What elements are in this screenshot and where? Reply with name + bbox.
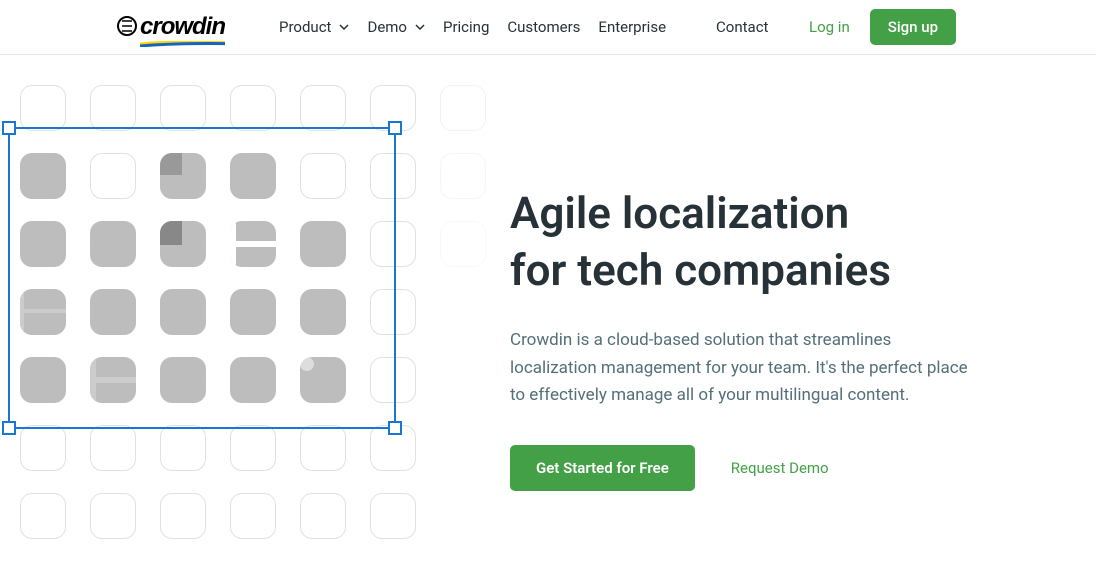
tile-empty bbox=[20, 493, 66, 539]
hero-description: Crowdin is a cloud-based solution that s… bbox=[510, 327, 980, 409]
tile-empty bbox=[90, 85, 136, 131]
nav-pricing[interactable]: Pricing bbox=[443, 18, 489, 36]
tile-empty bbox=[440, 85, 486, 131]
tile-empty bbox=[230, 425, 276, 471]
tile-empty bbox=[230, 85, 276, 131]
hero-section: Agile localization for tech companies Cr… bbox=[0, 55, 1096, 561]
chevron-down-icon bbox=[415, 24, 425, 30]
hero-title: Agile localization for tech companies bbox=[510, 185, 1016, 299]
main-nav: Product Demo Pricing Customers Enterpris… bbox=[279, 18, 768, 36]
tile-empty bbox=[370, 493, 416, 539]
tile-empty bbox=[230, 493, 276, 539]
logo[interactable]: crowdin bbox=[140, 13, 225, 41]
tile-empty bbox=[160, 425, 206, 471]
selection-box[interactable] bbox=[8, 127, 396, 429]
logo-emblem-icon bbox=[116, 15, 138, 37]
tile-empty bbox=[160, 85, 206, 131]
resize-handle-icon[interactable] bbox=[388, 421, 402, 435]
tile-empty bbox=[90, 425, 136, 471]
nav-enterprise[interactable]: Enterprise bbox=[598, 18, 666, 36]
nav-product[interactable]: Product bbox=[279, 18, 349, 36]
request-demo-link[interactable]: Request Demo bbox=[731, 459, 829, 477]
nav-product-label: Product bbox=[279, 18, 331, 36]
chevron-down-icon bbox=[339, 24, 349, 30]
resize-handle-icon[interactable] bbox=[388, 121, 402, 135]
nav-contact[interactable]: Contact bbox=[716, 18, 768, 36]
tile-empty bbox=[160, 493, 206, 539]
logo-text: crowdin bbox=[140, 13, 225, 41]
logo-swoosh-icon bbox=[140, 41, 225, 47]
resize-handle-icon[interactable] bbox=[2, 121, 16, 135]
hero-illustration bbox=[0, 85, 480, 561]
tile-empty bbox=[440, 221, 486, 267]
resize-handle-icon[interactable] bbox=[2, 421, 16, 435]
tile-empty bbox=[300, 85, 346, 131]
tile-empty bbox=[20, 425, 66, 471]
tile-empty bbox=[20, 85, 66, 131]
nav-demo-label: Demo bbox=[367, 18, 407, 36]
hero-content: Agile localization for tech companies Cr… bbox=[480, 85, 1096, 561]
tile-empty bbox=[90, 493, 136, 539]
signup-button[interactable]: Sign up bbox=[870, 9, 956, 45]
cta-row: Get Started for Free Request Demo bbox=[510, 445, 1016, 491]
tile-empty bbox=[300, 493, 346, 539]
main-header: crowdin Product Demo Pricing Customers E… bbox=[0, 0, 1096, 55]
login-link[interactable]: Log in bbox=[809, 18, 850, 36]
nav-demo[interactable]: Demo bbox=[367, 18, 425, 36]
tile-empty bbox=[440, 153, 486, 199]
tile-empty bbox=[300, 425, 346, 471]
get-started-button[interactable]: Get Started for Free bbox=[510, 445, 695, 491]
nav-customers[interactable]: Customers bbox=[507, 18, 580, 36]
